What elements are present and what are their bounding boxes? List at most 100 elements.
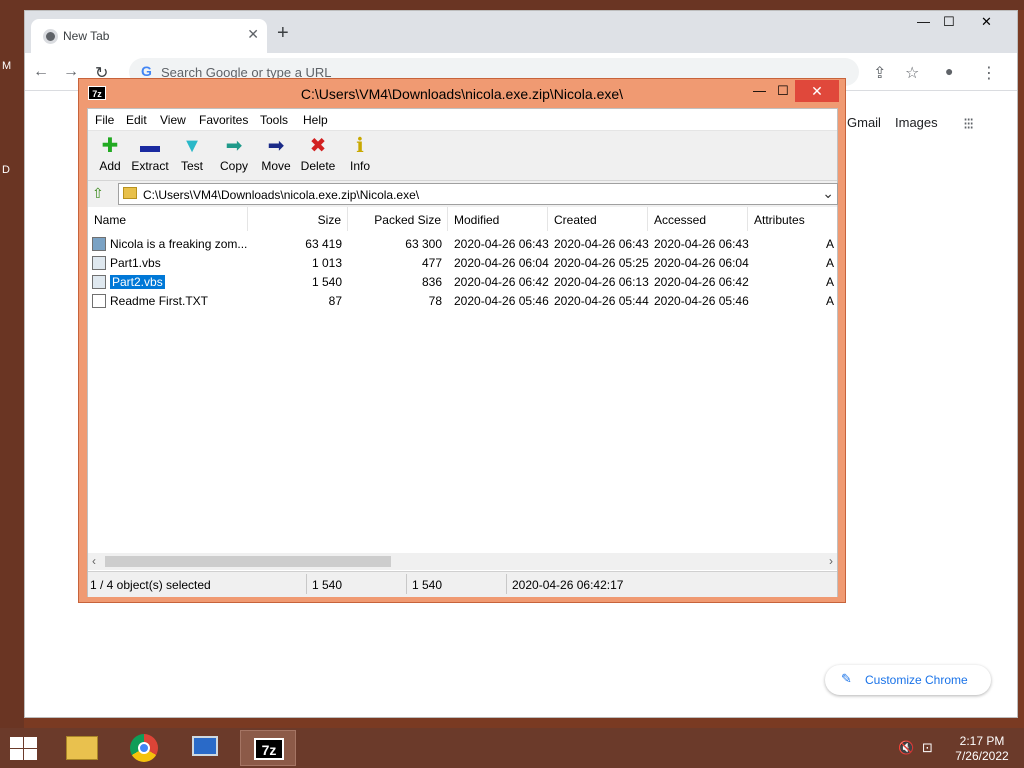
column-header-attributes[interactable]: Attributes [748,207,837,231]
extract-button[interactable]: ▬ Extract [128,133,172,179]
add-label: Add [99,159,121,173]
menu-help[interactable]: Help [303,113,328,127]
file-name: Part1.vbs [110,256,161,270]
chevron-down-icon[interactable]: ⌄ [822,185,834,202]
volume-muted-icon[interactable]: 🔇 [898,740,914,756]
start-icon-pane [10,737,23,748]
scrollbar-thumb[interactable] [105,556,391,567]
file-modified: 2020-04-26 06:43 [454,237,549,251]
delete-button[interactable]: ✖ Delete [296,133,340,179]
table-row[interactable]: Part1.vbs 1 013 477 2020-04-26 06:04 202… [88,254,837,273]
back-icon[interactable]: ← [33,63,49,81]
share-icon[interactable]: ⇪ [873,63,886,83]
copy-icon: ➡ [225,135,243,157]
column-header-size[interactable]: Size [248,207,348,231]
7zip-title: C:\Users\VM4\Downloads\nicola.exe.zip\Ni… [300,86,624,102]
chrome-tab-new-tab[interactable]: New Tab ✕ [31,19,267,53]
table-row-selected[interactable]: Part2.vbs 1 540 836 2020-04-26 06:42 202… [88,273,837,292]
status-size: 1 540 [312,578,343,592]
7zip-window: 7z C:\Users\VM4\Downloads\nicola.exe.zip… [78,78,846,603]
column-header-modified[interactable]: Modified [448,207,548,231]
column-header-label: Accessed [654,213,707,227]
taskbar: 7z 🔇 ⊡ 2:17 PM 7/26/2022 [0,728,1024,768]
address-input[interactable]: C:\Users\VM4\Downloads\nicola.exe.zip\Ni… [118,183,838,205]
desktop-top-strip [0,0,1024,10]
7zip-toolbar: ✚ Add ▬ Extract ▼ Test ➡ Copy ➡ Move ✖ D… [88,131,837,181]
file-accessed: 2020-04-26 06:04 [654,256,749,270]
table-row[interactable]: Readme First.TXT 87 78 2020-04-26 05:46 … [88,292,837,311]
gmail-link[interactable]: Gmail [847,115,881,130]
minimize-button[interactable]: — [917,14,930,29]
test-label: Test [180,159,203,173]
menu-favorites[interactable]: Favorites [199,113,248,127]
menu-file[interactable]: File [95,113,114,127]
maximize-button[interactable]: ☐ [943,14,955,30]
file-packed-size: 78 [428,294,442,308]
file-name: Nicola is a freaking zom... [110,237,248,251]
test-button[interactable]: ▼ Test [170,133,214,179]
file-accessed: 2020-04-26 06:43 [654,237,749,251]
file-size: 1 013 [311,256,342,270]
close-button[interactable]: ✕ [981,14,992,30]
column-header-name[interactable]: Name [88,207,248,231]
forward-icon[interactable]: → [63,63,79,81]
column-header-packed-size[interactable]: Packed Size [348,207,448,231]
file-packed-size: 477 [421,256,442,270]
horizontal-scrollbar[interactable]: ‹ › [88,553,837,570]
chrome-tab-strip: New Tab ✕ + — ☐ ✕ [25,11,1017,53]
file-accessed: 2020-04-26 06:42 [654,275,749,289]
column-header-label: Name [94,213,127,227]
info-button[interactable]: ℹ Info [338,133,382,179]
7zip-taskbar-icon[interactable]: 7z [240,730,296,766]
tab-close-icon[interactable]: ✕ [247,26,259,43]
extract-icon: ▬ [140,135,160,157]
menu-view[interactable]: View [160,113,186,127]
add-button[interactable]: ✚ Add [88,133,132,179]
file-created: 2020-04-26 05:25 [554,256,649,270]
7zip-logo-icon: 7z [254,738,284,760]
7zip-titlebar[interactable]: 7z C:\Users\VM4\Downloads\nicola.exe.zip… [79,79,845,107]
file-modified: 2020-04-26 06:04 [454,256,549,270]
status-modified: 2020-04-26 06:42:17 [512,578,624,592]
remote-desktop-icon[interactable] [178,730,234,766]
folder-up-icon[interactable]: ⇧ [92,185,104,202]
file-packed-size: 63 300 [405,237,442,251]
column-header-accessed[interactable]: Accessed [648,207,748,231]
new-tab-button[interactable]: + [277,23,289,43]
table-row[interactable]: Nicola is a freaking zom... 63 419 63 30… [88,235,837,254]
file-size: 63 419 [305,237,342,251]
profile-avatar-icon[interactable]: ● [945,63,953,79]
scroll-left-icon[interactable]: ‹ [92,554,96,568]
file-attributes: A [826,237,835,251]
customize-chrome-button[interactable]: ✎ Customize Chrome [825,665,991,695]
scroll-right-icon[interactable]: › [829,554,833,568]
windows-start-icon[interactable] [8,736,38,760]
start-icon-pane [10,749,23,760]
column-header-label: Attributes [754,213,805,227]
bookmark-star-icon[interactable]: ☆ [905,63,919,83]
customize-chrome-label: Customize Chrome [865,673,968,687]
file-explorer-icon[interactable] [54,730,110,766]
script-file-icon [92,275,106,289]
google-apps-icon[interactable]: ⁝⁝⁝ [963,114,974,134]
chrome-taskbar-icon[interactable] [116,730,172,766]
system-clock[interactable]: 2:17 PM 7/26/2022 [948,734,1016,764]
network-icon[interactable]: ⊡ [922,740,933,756]
copy-button[interactable]: ➡ Copy [212,133,256,179]
file-attributes: A [826,294,835,308]
7zip-close-button[interactable]: ✕ [795,80,839,102]
menu-edit[interactable]: Edit [126,113,147,127]
7zip-maximize-button[interactable]: ☐ [777,83,789,99]
script-file-icon [92,256,106,270]
status-divider [506,574,507,594]
status-divider [406,574,407,594]
chrome-menu-icon[interactable]: ⋮ [981,63,997,83]
move-button[interactable]: ➡ Move [254,133,298,179]
7zip-minimize-button[interactable]: — [753,83,766,98]
folder-icon-shape [66,736,98,760]
images-link[interactable]: Images [895,115,938,130]
image-file-icon [92,237,106,251]
menu-tools[interactable]: Tools [260,113,288,127]
7zip-status-bar: 1 / 4 object(s) selected 1 540 1 540 202… [88,571,837,597]
column-header-created[interactable]: Created [548,207,648,231]
